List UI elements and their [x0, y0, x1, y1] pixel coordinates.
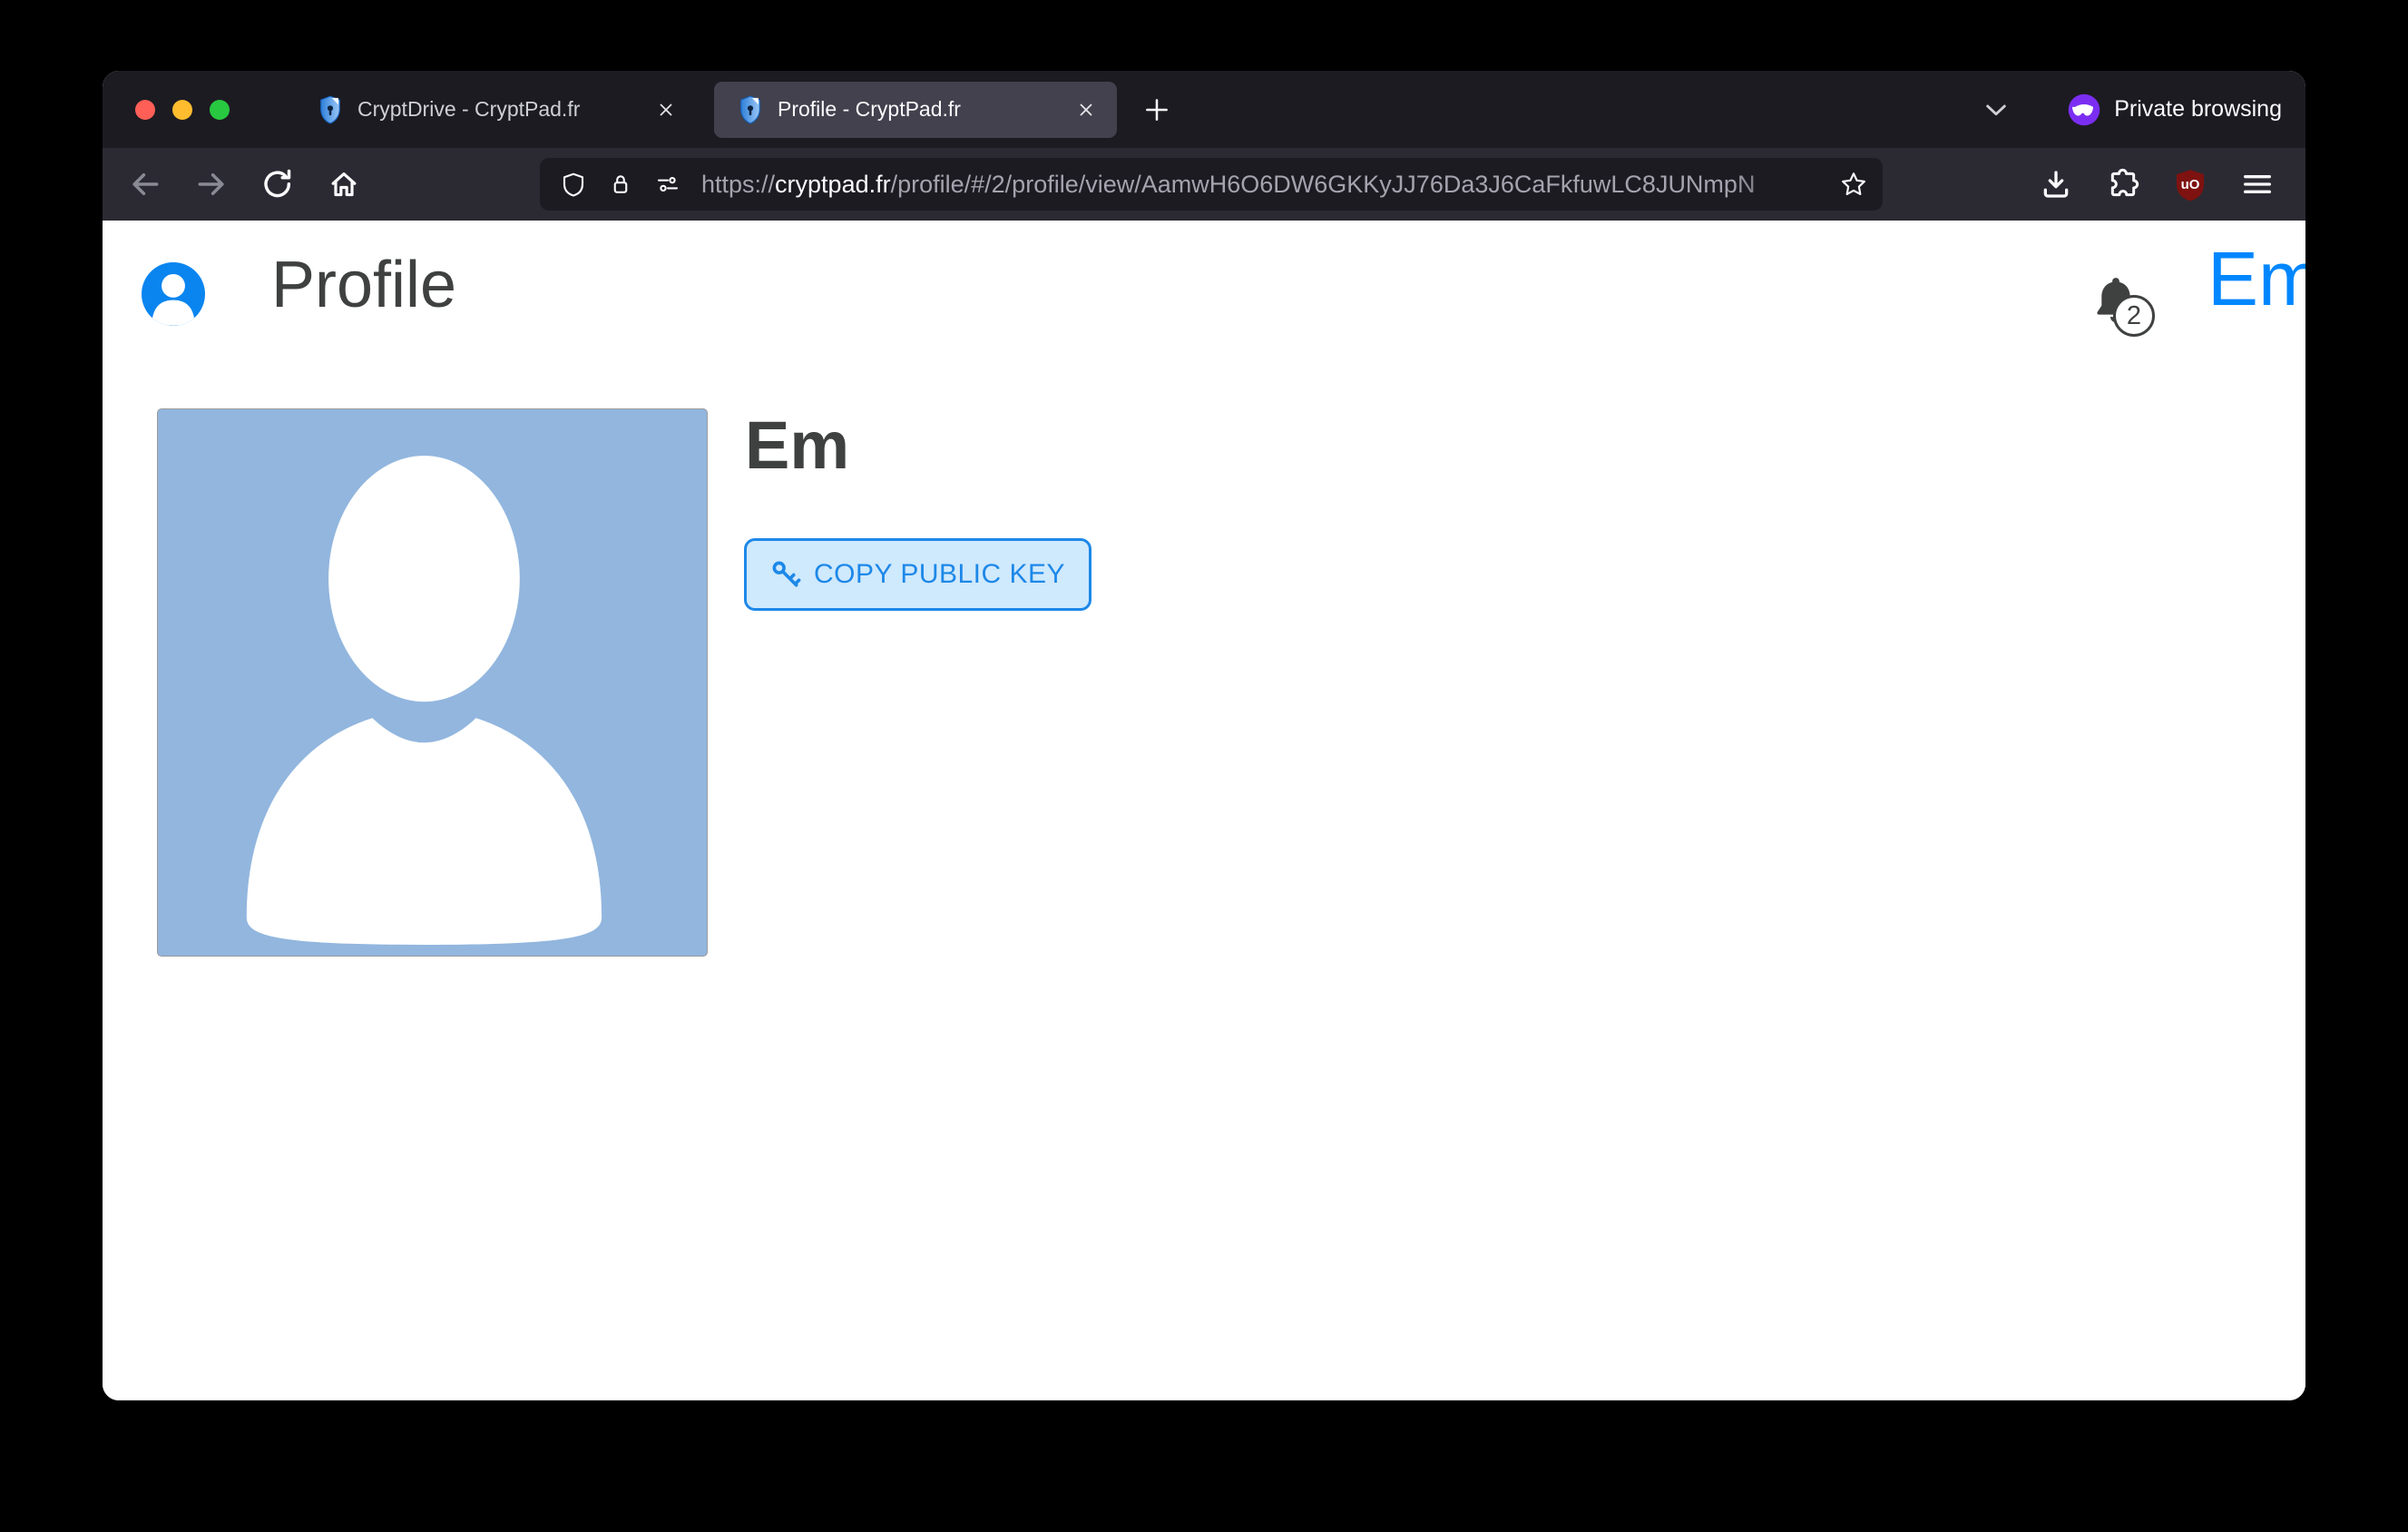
- toolbar-right: uO: [2035, 166, 2304, 202]
- minimize-window-button[interactable]: [172, 100, 192, 120]
- traffic-lights: [135, 100, 230, 120]
- profile-name-heading: Em: [745, 407, 849, 484]
- tab-cryptdrive[interactable]: CryptDrive - CryptPad.fr: [294, 82, 697, 138]
- extensions-icon[interactable]: [2102, 166, 2144, 202]
- svg-text:uO: uO: [2181, 177, 2200, 192]
- close-window-button[interactable]: [135, 100, 155, 120]
- url-scheme: https://: [701, 171, 775, 198]
- cryptpad-favicon: [738, 95, 763, 124]
- ublock-icon[interactable]: uO: [2169, 166, 2211, 202]
- url-fade: [1732, 158, 1832, 211]
- browser-window: CryptDrive - CryptPad.fr Profile - Crypt…: [103, 71, 2305, 1400]
- navigation-toolbar: https://cryptpad.fr/profile/#/2/profile/…: [103, 148, 2305, 221]
- copy-public-key-label: COPY PUBLIC KEY: [814, 559, 1065, 590]
- close-icon[interactable]: [655, 99, 677, 121]
- new-tab-button[interactable]: [1137, 90, 1177, 130]
- cryptpad-favicon: [318, 95, 343, 124]
- notifications-button[interactable]: 2: [2090, 271, 2189, 362]
- notification-count-badge: 2: [2113, 295, 2155, 337]
- url-text[interactable]: https://cryptpad.fr/profile/#/2/profile/…: [701, 171, 1830, 199]
- permissions-icon[interactable]: [654, 171, 681, 198]
- copy-public-key-button[interactable]: COPY PUBLIC KEY: [744, 538, 1091, 611]
- tab-bar: CryptDrive - CryptPad.fr Profile - Crypt…: [103, 71, 2305, 148]
- private-browsing-label: Private browsing: [2114, 96, 2282, 123]
- shield-icon[interactable]: [560, 171, 587, 198]
- lock-icon[interactable]: [607, 171, 634, 198]
- url-bar[interactable]: https://cryptpad.fr/profile/#/2/profile/…: [540, 158, 1883, 211]
- zoom-window-button[interactable]: [210, 100, 230, 120]
- tab-title: Profile - CryptPad.fr: [778, 97, 1075, 122]
- back-icon[interactable]: [127, 166, 163, 202]
- mask-icon: [2068, 93, 2100, 126]
- download-icon[interactable]: [2035, 166, 2077, 202]
- url-domain: cryptpad.fr: [775, 171, 891, 198]
- page-title: Profile: [271, 248, 456, 322]
- menu-icon[interactable]: [2237, 166, 2278, 202]
- person-silhouette-icon: [158, 409, 707, 956]
- user-account-icon[interactable]: [135, 256, 211, 332]
- forward-icon[interactable]: [193, 166, 230, 202]
- key-icon: [770, 559, 801, 590]
- close-icon[interactable]: [1075, 99, 1097, 121]
- bookmark-star-icon[interactable]: [1839, 170, 1868, 199]
- chevron-down-icon[interactable]: [1981, 97, 2012, 123]
- tab-title: CryptDrive - CryptPad.fr: [357, 97, 655, 122]
- url-path: /profile/#/2/profile/view/AamwH6O6DW6GKK…: [891, 171, 1756, 198]
- tab-profile[interactable]: Profile - CryptPad.fr: [714, 82, 1117, 138]
- user-menu-button[interactable]: Em: [2207, 235, 2305, 323]
- home-icon[interactable]: [326, 166, 362, 202]
- profile-avatar-placeholder[interactable]: [157, 408, 708, 957]
- reload-icon[interactable]: [259, 166, 296, 202]
- private-browsing-badge: Private browsing: [2068, 93, 2282, 126]
- page-content: Profile 2 Em Em COPY PUBLIC KEY: [103, 221, 2305, 1400]
